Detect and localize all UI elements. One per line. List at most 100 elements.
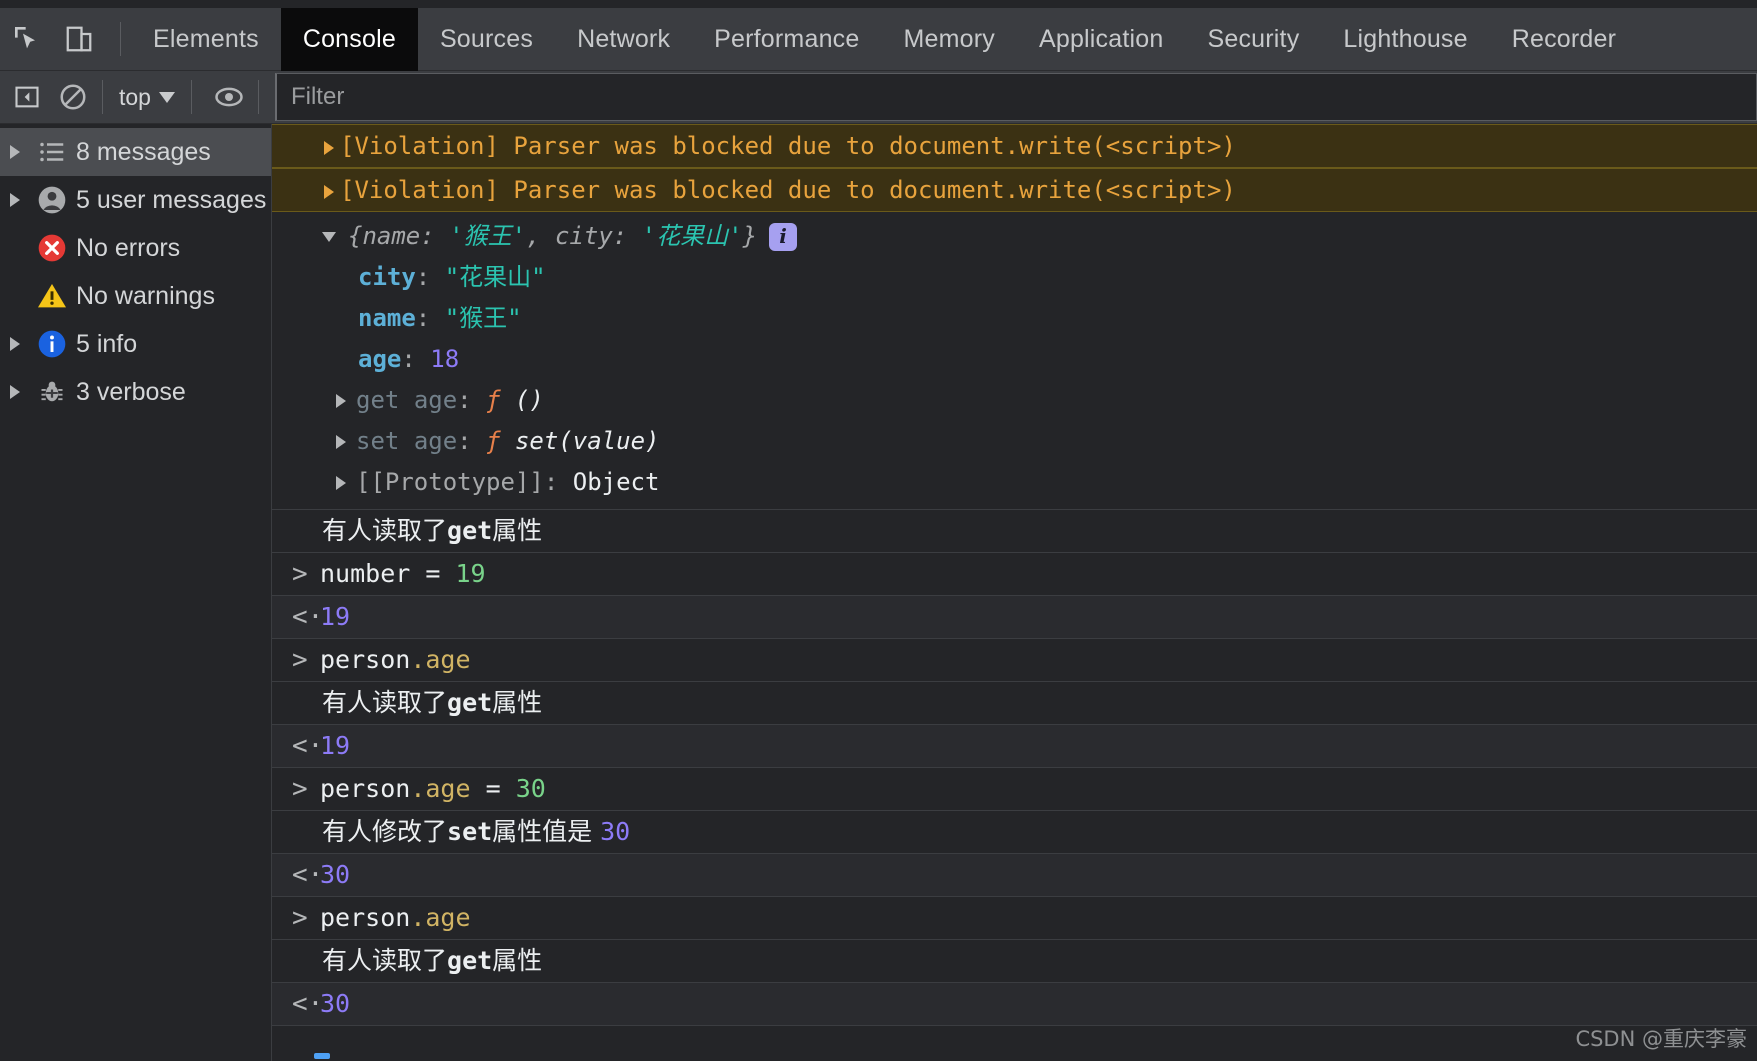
sidebar-item-errors[interactable]: No errors — [0, 224, 271, 272]
input-object-name: person — [320, 645, 411, 674]
disclosure-triangle-icon[interactable] — [2, 145, 28, 159]
object-preview-colon-1: : — [420, 222, 450, 250]
object-property-age[interactable]: age : 18 — [272, 339, 1757, 380]
console-output-line[interactable]: <· 30 — [272, 983, 1757, 1026]
tab-security[interactable]: Security — [1185, 8, 1321, 71]
object-open-brace: { — [348, 222, 363, 250]
console-output-line[interactable]: <· 30 — [272, 854, 1757, 897]
output-return-icon: <· — [292, 989, 324, 1019]
console-sidebar: 8 messages 5 user messages No errors No … — [0, 124, 272, 1061]
toolbar-divider — [120, 22, 121, 56]
console-input-line[interactable]: > person .age — [272, 639, 1757, 682]
tab-lighthouse[interactable]: Lighthouse — [1321, 8, 1489, 71]
input-prompt-icon: > — [292, 903, 308, 933]
console-prompt-caret[interactable] — [314, 1053, 330, 1059]
disclosure-triangle-icon[interactable] — [2, 385, 28, 399]
sidebar-item-messages[interactable]: 8 messages — [0, 128, 271, 176]
console-object-entry[interactable]: { name : '猴王' , city : '花果山' } i city : … — [272, 212, 1757, 510]
console-filter-bar: top — [0, 71, 1757, 124]
filter-input[interactable] — [274, 73, 1757, 121]
tab-memory[interactable]: Memory — [881, 8, 1016, 71]
console-sidebar-toggle-icon[interactable] — [8, 78, 46, 116]
log-text-keyword: get — [447, 946, 493, 975]
property-separator: : — [415, 304, 445, 332]
expand-arrow-icon[interactable] — [336, 475, 346, 490]
filterbar-divider-3 — [257, 80, 259, 114]
input-prompt-icon: > — [292, 559, 308, 589]
tab-sources[interactable]: Sources — [418, 8, 555, 71]
object-close-brace: } — [742, 222, 758, 250]
sidebar-item-verbose[interactable]: 3 verbose — [0, 368, 271, 416]
accessor-space-2 — [501, 380, 515, 421]
object-preview-line[interactable]: { name : '猴王' , city : '花果山' } i — [272, 216, 1757, 257]
console-message-list[interactable]: [Violation] Parser was blocked due to do… — [272, 124, 1757, 1061]
console-log-message[interactable]: 有人修改了set属性值是 30 — [272, 811, 1757, 854]
function-glyph-icon: ƒ — [486, 386, 501, 414]
prototype-separator: : — [543, 468, 573, 496]
clear-console-icon[interactable] — [54, 78, 92, 116]
expand-arrow-icon[interactable] — [324, 185, 334, 199]
property-key: age — [358, 345, 402, 373]
info-badge-icon[interactable]: i — [769, 222, 798, 251]
sidebar-item-info[interactable]: 5 info — [0, 320, 271, 368]
collapse-arrow-icon[interactable] — [322, 231, 336, 242]
console-input-line[interactable]: > person .age = 30 — [272, 768, 1757, 811]
input-expression-text: number = — [320, 559, 456, 588]
sidebar-item-label-info: 5 info — [76, 329, 138, 358]
tab-network[interactable]: Network — [555, 8, 692, 71]
inspect-element-icon[interactable] — [6, 18, 48, 60]
input-property-name: .age — [410, 645, 471, 674]
tab-elements[interactable]: Elements — [131, 8, 281, 71]
accessor-signature: set(value) — [514, 427, 660, 455]
output-value: 30 — [320, 989, 351, 1018]
tab-performance[interactable]: Performance — [692, 8, 881, 71]
object-setter-age[interactable]: set age : ƒ set(value) — [272, 421, 1757, 462]
console-warning-message[interactable]: [Violation] Parser was blocked due to do… — [272, 124, 1757, 168]
sidebar-item-label-errors: No errors — [76, 233, 181, 262]
console-log-message[interactable]: 有人读取了get属性 — [272, 682, 1757, 725]
console-input-line[interactable]: > person .age — [272, 897, 1757, 940]
console-log-message[interactable]: 有人读取了get属性 — [272, 510, 1757, 553]
expand-arrow-icon[interactable] — [336, 434, 346, 449]
object-preview-key-name: name — [362, 222, 421, 250]
filterbar-divider-1 — [102, 80, 103, 114]
live-expression-icon[interactable] — [210, 78, 248, 116]
accessor-key: age — [413, 427, 458, 455]
output-return-icon: <· — [292, 602, 324, 632]
log-text-pre: 有人修改了 — [322, 817, 448, 846]
input-prompt-icon: > — [292, 774, 308, 804]
tab-application[interactable]: Application — [1017, 8, 1186, 71]
log-text-keyword: get — [447, 516, 493, 545]
list-icon — [28, 137, 76, 167]
property-value: 18 — [430, 345, 460, 373]
execution-context-selector[interactable]: top — [113, 84, 181, 111]
console-output-line[interactable]: <· 19 — [272, 596, 1757, 639]
tab-recorder[interactable]: Recorder — [1490, 8, 1638, 71]
sidebar-item-user-messages[interactable]: 5 user messages — [0, 176, 271, 224]
console-log-message[interactable]: 有人读取了get属性 — [272, 940, 1757, 983]
object-preview-key-city: city — [554, 222, 613, 250]
expand-arrow-icon[interactable] — [324, 141, 334, 155]
input-property-name: .age — [410, 774, 471, 803]
disclosure-triangle-icon[interactable] — [2, 193, 28, 207]
output-value: 19 — [320, 602, 351, 631]
disclosure-triangle-icon[interactable] — [2, 337, 28, 351]
object-property-name[interactable]: name : "猴王" — [272, 298, 1757, 339]
console-input-line[interactable]: > number = 19 — [272, 553, 1757, 596]
input-property-name: .age — [410, 903, 471, 932]
accessor-space — [399, 421, 413, 462]
expand-arrow-icon[interactable] — [336, 393, 346, 408]
console-output-line[interactable]: <· 19 — [272, 725, 1757, 768]
device-toolbar-icon[interactable] — [58, 18, 100, 60]
input-prompt-icon: > — [292, 645, 308, 675]
object-prototype-row[interactable]: [[Prototype]] : Object — [272, 462, 1757, 503]
console-warning-message[interactable]: [Violation] Parser was blocked due to do… — [272, 168, 1757, 212]
sidebar-item-warnings[interactable]: No warnings — [0, 272, 271, 320]
sidebar-item-label-warnings: No warnings — [76, 281, 215, 310]
object-property-city[interactable]: city : "花果山" — [272, 257, 1757, 298]
input-assign-operator: = — [470, 774, 516, 803]
object-getter-age[interactable]: get age : ƒ () — [272, 380, 1757, 421]
filterbar-divider-2 — [190, 80, 192, 114]
tab-console[interactable]: Console — [280, 7, 418, 71]
input-object-name: person — [320, 903, 411, 932]
